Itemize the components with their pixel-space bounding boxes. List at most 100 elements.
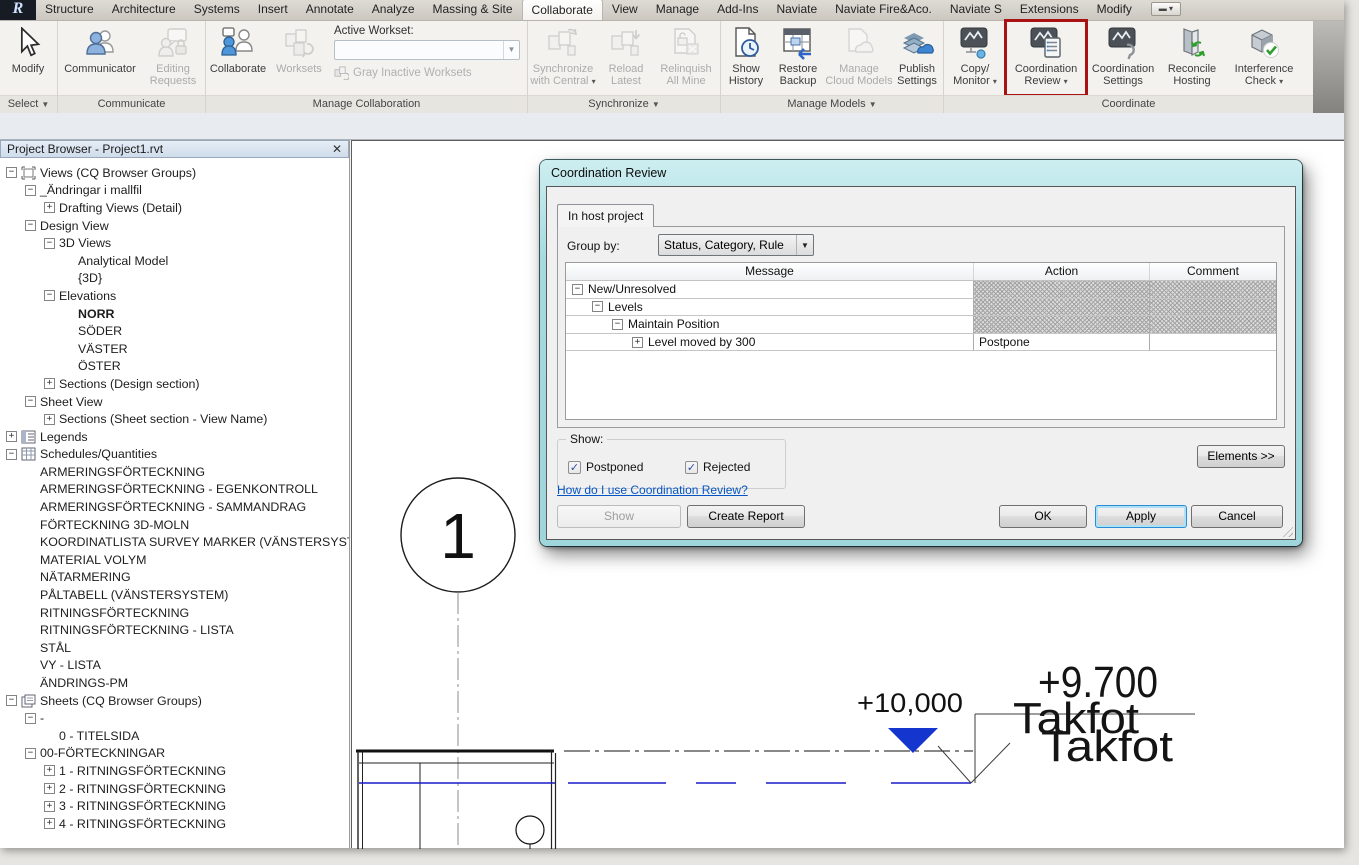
create-report-button[interactable]: Create Report: [687, 505, 805, 528]
tree-item[interactable]: −ARMERINGSFÖRTECKNING - EGENKONTROLL: [0, 481, 349, 499]
tree-item[interactable]: −Schedules/Quantities: [0, 446, 349, 464]
tab-naviate[interactable]: Naviate: [767, 0, 826, 20]
tree-item[interactable]: −MATERIAL VOLYM: [0, 551, 349, 569]
tree-item[interactable]: −NORR: [0, 305, 349, 323]
tree-item[interactable]: −0 - TITELSIDA: [0, 727, 349, 745]
tab-in-host-project[interactable]: In host project: [557, 204, 654, 227]
tree-item[interactable]: +Drafting Views (Detail): [0, 199, 349, 217]
cancel-button[interactable]: Cancel: [1191, 505, 1283, 528]
tree-item[interactable]: +4 - RITNINGSFÖRTECKNING: [0, 815, 349, 833]
tree-item[interactable]: +2 - RITNINGSFÖRTECKNING: [0, 780, 349, 798]
gray-inactive-worksets-toggle[interactable]: Gray Inactive Worksets: [334, 66, 520, 80]
panel-label-select[interactable]: Select ▼: [0, 95, 57, 113]
tab-extensions[interactable]: Extensions: [1011, 0, 1088, 20]
collapse-icon[interactable]: −: [612, 319, 623, 330]
tree-item[interactable]: −-: [0, 709, 349, 727]
column-header-action[interactable]: Action: [974, 263, 1150, 280]
coordination-table-row[interactable]: +Level moved by 300Postpone: [566, 334, 1276, 352]
tab-manage[interactable]: Manage: [647, 0, 708, 20]
tab-analyze[interactable]: Analyze: [363, 0, 424, 20]
coordination-review-button[interactable]: Coordination Review ▾: [1006, 21, 1086, 95]
tab-add-ins[interactable]: Add-Ins: [708, 0, 767, 20]
tab-naviate-s[interactable]: Naviate S: [941, 0, 1011, 20]
tab-architecture[interactable]: Architecture: [103, 0, 185, 20]
tab-annotate[interactable]: Annotate: [297, 0, 363, 20]
collapse-icon[interactable]: −: [6, 167, 17, 178]
reconcile-hosting-button[interactable]: Reconcile Hosting: [1160, 21, 1224, 95]
tree-item[interactable]: +Sections (Sheet section - View Name): [0, 410, 349, 428]
tree-item[interactable]: −PÅLTABELL (VÄNSTERSYSTEM): [0, 586, 349, 604]
tab-modify[interactable]: Modify: [1088, 0, 1141, 20]
collapse-icon[interactable]: −: [44, 290, 55, 301]
tree-item[interactable]: −Views (CQ Browser Groups): [0, 164, 349, 182]
tree-item[interactable]: +Sections (Design section): [0, 375, 349, 393]
communicator-button[interactable]: Communicator: [58, 21, 142, 95]
tab-structure[interactable]: Structure: [36, 0, 103, 20]
coordination-table-row[interactable]: −New/Unresolved: [566, 281, 1276, 299]
collapse-icon[interactable]: −: [25, 185, 36, 196]
relinquish-all-mine-button[interactable]: Relinquish All Mine: [654, 21, 718, 95]
dialog-titlebar[interactable]: Coordination Review: [540, 160, 1302, 186]
tree-item[interactable]: −ÖSTER: [0, 358, 349, 376]
copy-monitor-button[interactable]: Copy/ Monitor ▾: [944, 21, 1006, 95]
tab-collaborate[interactable]: Collaborate: [522, 0, 603, 20]
expand-icon[interactable]: +: [44, 818, 55, 829]
panel-label-communicate[interactable]: Communicate: [58, 95, 205, 113]
expand-icon[interactable]: +: [6, 431, 17, 442]
worksets-button[interactable]: Worksets: [270, 21, 328, 95]
tree-item[interactable]: −STÅL: [0, 639, 349, 657]
elevation-triangle-icon[interactable]: [888, 728, 938, 753]
expand-icon[interactable]: +: [632, 337, 643, 348]
tree-item[interactable]: +1 - RITNINGSFÖRTECKNING: [0, 762, 349, 780]
tree-item[interactable]: −VY - LISTA: [0, 657, 349, 675]
expand-icon[interactable]: +: [44, 765, 55, 776]
show-history-button[interactable]: Show History: [721, 21, 771, 95]
modify-button[interactable]: Modify: [0, 21, 56, 95]
collapse-icon[interactable]: −: [6, 695, 17, 706]
expand-icon[interactable]: +: [44, 783, 55, 794]
tree-item[interactable]: −Sheets (CQ Browser Groups): [0, 692, 349, 710]
active-workset-combobox[interactable]: ▼: [334, 40, 520, 60]
tree-item[interactable]: −KOORDINATLISTA SURVEY MARKER (VÄNSTERSY…: [0, 533, 349, 551]
rejected-checkbox[interactable]: ✓ Rejected: [685, 460, 750, 474]
coordination-table-row[interactable]: −Levels: [566, 299, 1276, 317]
collapse-icon[interactable]: −: [25, 396, 36, 407]
tree-item[interactable]: +3 - RITNINGSFÖRTECKNING: [0, 797, 349, 815]
tree-item[interactable]: −RITNINGSFÖRTECKNING: [0, 604, 349, 622]
coordination-table-row[interactable]: −Maintain Position: [566, 316, 1276, 334]
tab-naviate-fire-aco-[interactable]: Naviate Fire&Aco.: [826, 0, 941, 20]
tree-item[interactable]: −Design View: [0, 217, 349, 235]
ok-button[interactable]: OK: [999, 505, 1087, 528]
apply-button[interactable]: Apply: [1095, 505, 1187, 528]
expand-icon[interactable]: +: [44, 202, 55, 213]
tree-item[interactable]: −Analytical Model: [0, 252, 349, 270]
reload-latest-button[interactable]: Reload Latest: [598, 21, 654, 95]
show-button[interactable]: Show: [557, 505, 681, 528]
tree-item[interactable]: −ARMERINGSFÖRTECKNING: [0, 463, 349, 481]
tree-item[interactable]: −SÖDER: [0, 322, 349, 340]
tree-item[interactable]: −_Ändringar i mallfil: [0, 182, 349, 200]
collapse-icon[interactable]: −: [25, 713, 36, 724]
expand-icon[interactable]: +: [44, 414, 55, 425]
collapse-icon[interactable]: −: [6, 449, 17, 460]
expand-icon[interactable]: +: [44, 801, 55, 812]
manage-cloud-models-button[interactable]: Manage Cloud Models: [825, 21, 893, 95]
tree-item[interactable]: +Legends: [0, 428, 349, 446]
tree-item[interactable]: −RITNINGSFÖRTECKNING - LISTA: [0, 621, 349, 639]
synchronize-with-central-button[interactable]: Synchronize with Central ▾: [528, 21, 598, 95]
tree-item[interactable]: −VÄSTER: [0, 340, 349, 358]
level-name-text[interactable]: Takfot: [1041, 722, 1173, 771]
column-header-comment[interactable]: Comment: [1150, 263, 1276, 280]
collapse-icon[interactable]: −: [572, 284, 583, 295]
tree-item[interactable]: −3D Views: [0, 234, 349, 252]
coordination-settings-button[interactable]: Coordination Settings: [1086, 21, 1160, 95]
collapse-icon[interactable]: −: [25, 748, 36, 759]
tab-systems[interactable]: Systems: [185, 0, 249, 20]
panel-label-manage-collaboration[interactable]: Manage Collaboration: [206, 95, 527, 113]
editing-requests-button[interactable]: Editing Requests: [142, 21, 204, 95]
action-cell[interactable]: Postpone: [974, 334, 1150, 351]
tree-item[interactable]: −00-FÖRTECKNINGAR: [0, 745, 349, 763]
elements-button[interactable]: Elements >>: [1197, 445, 1285, 468]
help-link[interactable]: How do I use Coordination Review?: [557, 483, 748, 497]
tab-view[interactable]: View: [603, 0, 647, 20]
